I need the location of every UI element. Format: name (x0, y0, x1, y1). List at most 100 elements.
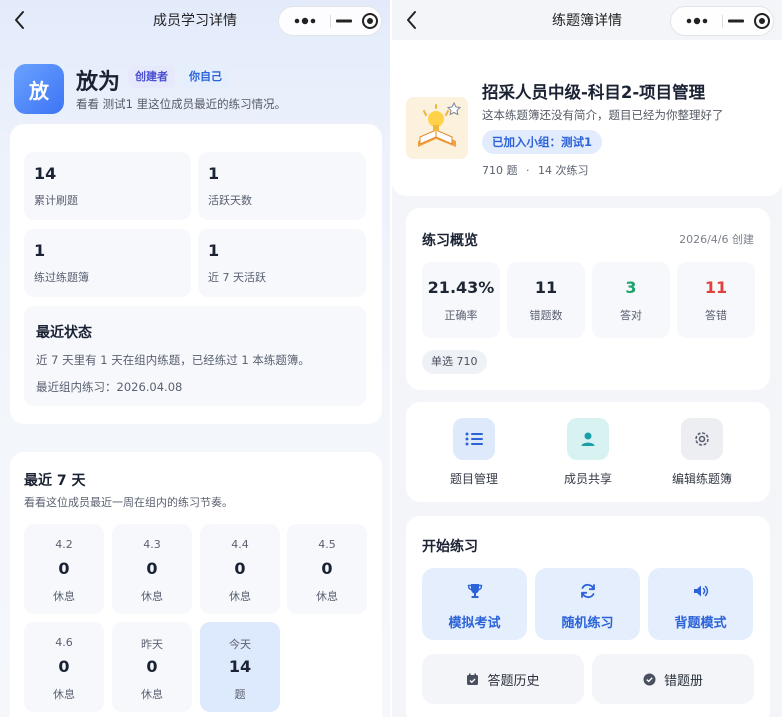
stat-label: 近 7 天活跃 (208, 271, 266, 284)
day-count: 0 (58, 657, 70, 676)
more-icon[interactable] (671, 7, 722, 35)
day-date: 今天 (229, 638, 251, 651)
day-count: 0 (321, 559, 333, 578)
question-count: 710 题 (482, 164, 518, 177)
overview-title: 练习概览 (422, 233, 478, 249)
day-count: 14 (228, 657, 252, 676)
day-date: 4.4 (231, 538, 249, 551)
random-practice-button[interactable]: 随机练习 (535, 568, 640, 640)
edit-book-button[interactable]: 编辑练题簿 (652, 412, 752, 492)
metric-tile: 11 错题数 (507, 262, 585, 338)
action-label: 成员共享 (563, 472, 612, 486)
metric-label: 错题数 (529, 309, 563, 322)
day-status: 休息 (141, 590, 163, 603)
history-label: 答题历史 (487, 673, 540, 689)
more-icon[interactable] (279, 7, 330, 35)
history-icon (466, 673, 479, 686)
day-date: 4.5 (318, 538, 336, 551)
self-badge: 你自己 (182, 66, 229, 88)
mode-label: 随机练习 (561, 616, 614, 631)
stat-label: 活跃天数 (208, 194, 252, 207)
miniprogram-capsule (278, 6, 382, 36)
close-target-icon[interactable] (357, 7, 383, 35)
member-detail-screen: 成员学习详情 放 放为 创建者 你自己 看看 测试1 里这位成员最近的练习情况。… (0, 0, 390, 717)
creator-badge: 创建者 (128, 66, 175, 88)
created-date: 2026/4/6 创建 (679, 233, 754, 246)
speaker-icon (648, 582, 753, 600)
action-label: 题目管理 (449, 472, 498, 486)
book-detail-screen: 练题簿详情 招采人员中级-科目2-项目管理 这本练题簿还没有简介，题目已经为你整… (392, 0, 782, 717)
stat-tile: 1 近 7 天活跃 (198, 229, 366, 297)
overview-card: 练习概览 2026/4/6 创建 21.43% 正确率 11 错题数 3 答对 … (406, 208, 770, 390)
metric-tile: 3 答对 (592, 262, 670, 338)
day-status: 休息 (316, 590, 338, 603)
day-date: 4.6 (55, 636, 73, 649)
stat-value: 1 (208, 241, 220, 260)
day-status: 题 (234, 688, 246, 701)
day-status: 休息 (53, 688, 75, 701)
wrong-book-button[interactable]: 错题册 (592, 654, 754, 704)
day-status: 休息 (229, 590, 251, 603)
metric-tile: 11 答错 (677, 262, 755, 338)
gear-icon (681, 418, 723, 460)
book-title: 招采人员中级-科目2-项目管理 (482, 83, 706, 102)
refresh-icon (535, 582, 640, 600)
start-title: 开始练习 (422, 539, 478, 555)
day-tile: 4.2 0 休息 (24, 524, 104, 614)
incorrect-value: 11 (704, 278, 728, 297)
stat-label: 累计刷题 (34, 194, 78, 207)
day-status: 休息 (141, 688, 163, 701)
stat-label: 练过练题簿 (34, 271, 89, 284)
minimize-icon[interactable] (331, 7, 357, 35)
trophy-icon (422, 582, 527, 600)
day-date: 4.2 (55, 538, 73, 551)
accuracy-value: 21.43% (427, 278, 495, 297)
group-badge[interactable]: 已加入小组：测试1 (482, 130, 603, 154)
last7-subtitle: 看看这位成员最近一周在组内的练习节奏。 (24, 496, 233, 509)
recent-status-title: 最近状态 (36, 325, 92, 341)
member-share-button[interactable]: 成员共享 (538, 412, 638, 492)
actions-card: 题目管理 成员共享 编辑练题簿 (406, 402, 770, 502)
memorize-mode-button[interactable]: 背题模式 (648, 568, 753, 640)
answer-history-button[interactable]: 答题历史 (422, 654, 584, 704)
day-count: 0 (146, 657, 158, 676)
metric-label: 答错 (705, 309, 727, 322)
book-cover-image (406, 97, 468, 159)
metric-tile: 21.43% 正确率 (422, 262, 500, 338)
day-tile-today: 今天 14 题 (200, 622, 280, 712)
close-target-icon[interactable] (749, 7, 775, 35)
stat-tile: 14 累计刷题 (24, 152, 191, 220)
wrong-count-value: 11 (534, 278, 558, 297)
day-status: 休息 (53, 590, 75, 603)
day-tile: 4.3 0 休息 (112, 524, 192, 614)
day-count: 0 (234, 559, 246, 578)
metric-label: 答对 (620, 309, 642, 322)
question-type-chip: 单选 710 (422, 350, 487, 374)
day-tile: 4.4 0 休息 (200, 524, 280, 614)
day-tile: 4.5 0 休息 (287, 524, 367, 614)
last-practice-date: 最近组内练习：2026.04.08 (36, 380, 183, 394)
day-count: 0 (146, 559, 158, 578)
mode-label: 背题模式 (674, 616, 727, 631)
day-tile: 昨天 0 休息 (112, 622, 192, 712)
action-label: 编辑练题簿 (671, 472, 732, 486)
user-icon (567, 418, 609, 460)
navbar: 成员学习详情 (0, 0, 390, 40)
list-icon (453, 418, 495, 460)
mock-exam-button[interactable]: 模拟考试 (422, 568, 527, 640)
question-manage-button[interactable]: 题目管理 (424, 412, 524, 492)
stat-value: 14 (34, 164, 57, 183)
recent-status-summary: 近 7 天里有 1 天在组内练题，已经练过 1 本练题簿。 (36, 353, 310, 367)
navbar: 练题簿详情 (392, 0, 782, 40)
practice-count: 14 次练习 (538, 164, 589, 177)
minimize-icon[interactable] (723, 7, 749, 35)
day-date: 4.3 (143, 538, 161, 551)
correct-value: 3 (625, 278, 637, 297)
day-count: 0 (58, 559, 70, 578)
mode-label: 模拟考试 (448, 616, 501, 631)
recent-status-box: 最近状态 近 7 天里有 1 天在组内练题，已经练过 1 本练题簿。 最近组内练… (24, 306, 366, 406)
stat-value: 1 (208, 164, 220, 183)
book-meta: 710 题 · 14 次练习 (482, 162, 589, 178)
miniprogram-capsule (670, 6, 774, 36)
avatar: 放 (14, 64, 64, 114)
